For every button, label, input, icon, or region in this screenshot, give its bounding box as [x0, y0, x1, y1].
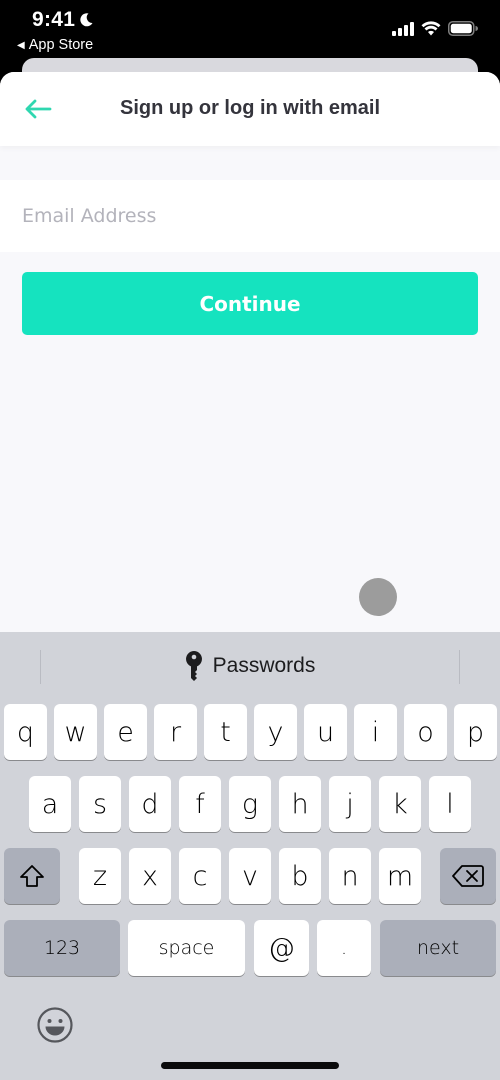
key-q[interactable]: q: [4, 704, 47, 760]
passwords-bar: Passwords: [0, 644, 500, 690]
shift-key[interactable]: [4, 848, 60, 904]
numbers-key[interactable]: 123: [4, 920, 120, 976]
back-to-app-store[interactable]: ◀ App Store: [17, 37, 93, 53]
key-l[interactable]: l: [429, 776, 471, 832]
key-z[interactable]: z: [79, 848, 121, 904]
email-input[interactable]: [0, 180, 500, 252]
back-triangle-icon: ◀: [17, 39, 25, 51]
passwords-button[interactable]: Passwords: [0, 650, 500, 682]
key-v[interactable]: v: [229, 848, 271, 904]
key-c[interactable]: c: [179, 848, 221, 904]
shift-icon: [20, 865, 44, 887]
key-b[interactable]: b: [279, 848, 321, 904]
key-e[interactable]: e: [104, 704, 147, 760]
key-h[interactable]: h: [279, 776, 321, 832]
emoji-button[interactable]: [36, 1006, 76, 1046]
divider: [459, 650, 460, 684]
page-title: Sign up or log in with email: [120, 97, 380, 119]
key-y[interactable]: y: [254, 704, 297, 760]
key-k[interactable]: k: [379, 776, 421, 832]
backspace-icon: [452, 865, 484, 887]
key-s[interactable]: s: [79, 776, 121, 832]
keyboard: Passwords qwertyuiop asdfghjkl zxcvbnm 1…: [0, 632, 500, 1080]
delete-key[interactable]: [440, 848, 496, 904]
status-icons: [392, 21, 478, 36]
header: Sign up or log in with email: [0, 72, 500, 146]
key-a[interactable]: a: [29, 776, 71, 832]
dot-key[interactable]: .: [317, 920, 371, 976]
key-x[interactable]: x: [129, 848, 171, 904]
key-w[interactable]: w: [54, 704, 97, 760]
key-i[interactable]: i: [354, 704, 397, 760]
emoji-icon: [37, 1007, 73, 1043]
time-text: 9:41: [32, 8, 76, 31]
email-field[interactable]: [0, 180, 500, 252]
back-app-label: App Store: [28, 37, 94, 53]
status-time: 9:41: [32, 8, 94, 32]
status-bar: 9:41 ◀ App Store: [0, 0, 500, 60]
key-f[interactable]: f: [179, 776, 221, 832]
cellular-signal-icon: [392, 21, 414, 36]
next-key[interactable]: next: [380, 920, 496, 976]
key-icon: [185, 651, 202, 681]
key-d[interactable]: d: [129, 776, 171, 832]
passwords-label: Passwords: [212, 654, 316, 677]
space-key[interactable]: space: [128, 920, 245, 976]
key-n[interactable]: n: [329, 848, 371, 904]
continue-button[interactable]: Continue: [22, 272, 478, 335]
home-indicator: [161, 1062, 339, 1069]
key-u[interactable]: u: [304, 704, 347, 760]
key-o[interactable]: o: [404, 704, 447, 760]
key-t[interactable]: t: [204, 704, 247, 760]
wifi-icon: [421, 21, 441, 36]
key-p[interactable]: p: [454, 704, 497, 760]
touch-indicator: [359, 578, 397, 616]
key-g[interactable]: g: [229, 776, 271, 832]
at-key[interactable]: @: [254, 920, 309, 976]
battery-icon: [448, 21, 478, 36]
key-j[interactable]: j: [329, 776, 371, 832]
moon-icon: [80, 13, 93, 27]
key-r[interactable]: r: [154, 704, 197, 760]
key-m[interactable]: m: [379, 848, 421, 904]
